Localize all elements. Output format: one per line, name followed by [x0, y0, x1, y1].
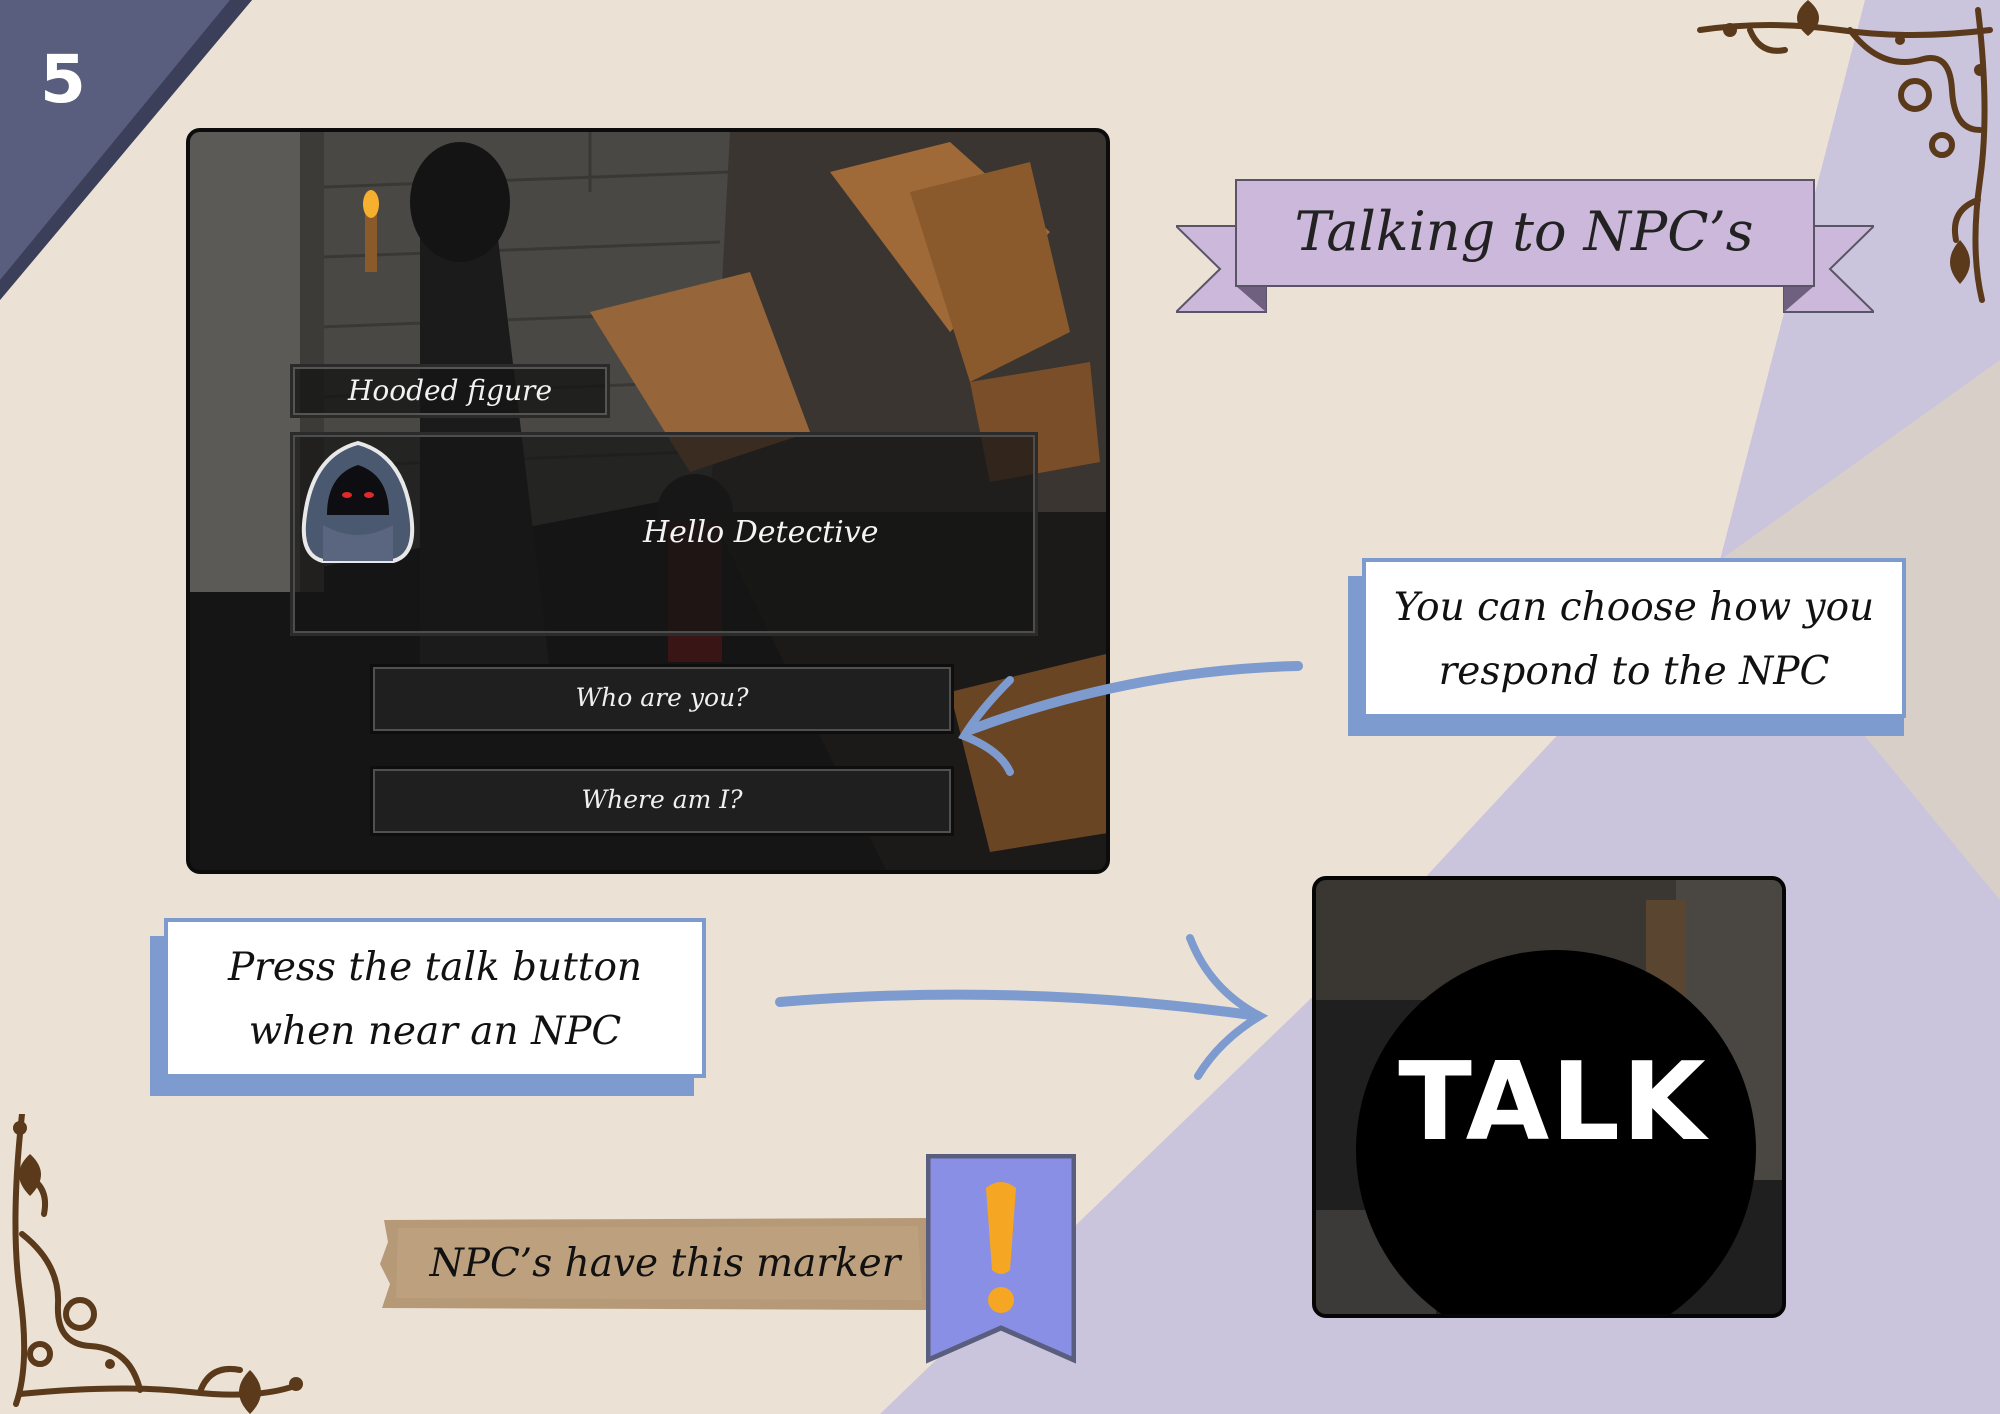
arrow-to-choices [958, 661, 1303, 776]
page-title: Talking to NPC’s [1294, 200, 1754, 263]
talk-callout-line-1: Press the talk button [227, 945, 643, 990]
dialogue-choice-where-am-i[interactable]: Where am I? [370, 766, 954, 836]
page-number: 5 [40, 41, 86, 118]
talk-callout-line-2: when near an NPC [248, 1009, 622, 1054]
respond-callout: You can choose how you respond to the NP… [1362, 558, 1906, 718]
guide-page: 5 Hooded figure Hello Detective Who are … [0, 0, 2000, 1414]
respond-callout-line-2: respond to the NPC [1438, 649, 1830, 694]
marker-note-text: NPC’s have this marker [429, 1241, 901, 1286]
npc-name-plate: Hooded figure [290, 364, 610, 418]
dialogue-box: Hello Detective [290, 432, 1038, 636]
arrow-to-talk-button [775, 934, 1269, 1080]
exclamation-icon [926, 1154, 1076, 1364]
dialogue-text: Hello Detective [643, 515, 879, 550]
respond-callout-line-1: You can choose how you [1393, 585, 1875, 630]
talk-button-label: TALK [1398, 1040, 1708, 1165]
corner-ornament-bottom-left [12, 1114, 303, 1414]
talk-button-screenshot: TALK [1312, 876, 1786, 1318]
talk-callout: Press the talk button when near an NPC [164, 918, 706, 1078]
dialogue-choice-who-are-you[interactable]: Who are you? [370, 664, 954, 734]
hooded-figure-portrait [301, 440, 415, 563]
